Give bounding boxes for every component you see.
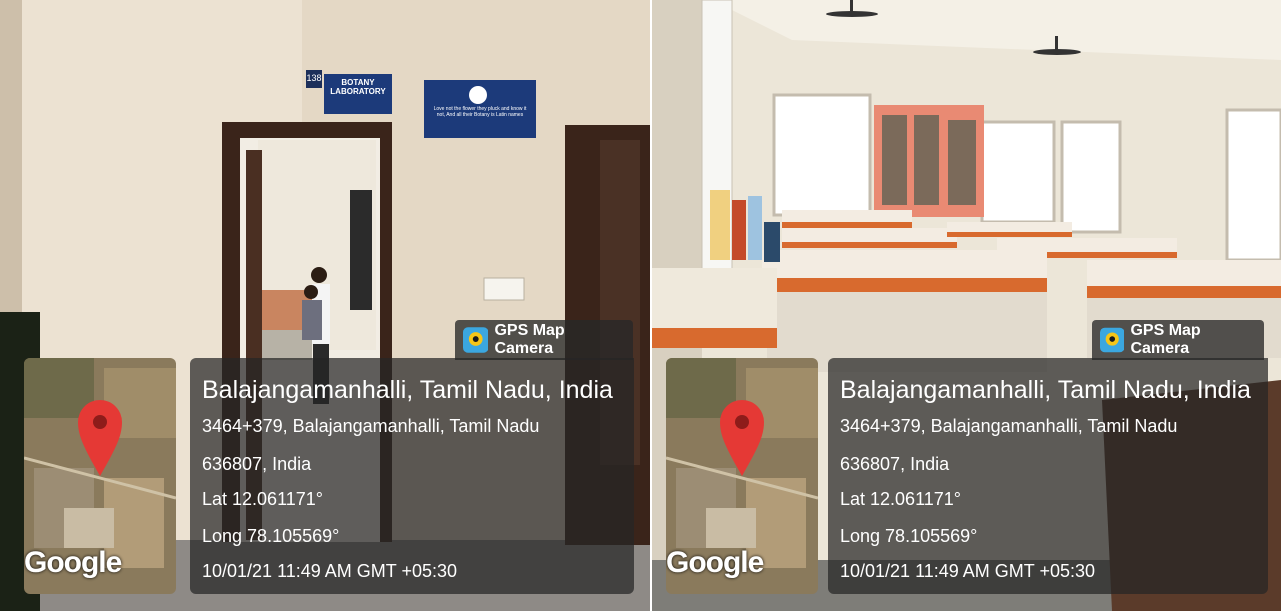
latitude: Lat 12.061171° [840, 489, 961, 509]
address-line-1: 3464+379, Balajangamanhalli, Tamil Nadu [840, 416, 1178, 436]
satellite-map-thumbnail: Google [24, 358, 176, 594]
address-line-1: 3464+379, Balajangamanhalli, Tamil Nadu [202, 416, 540, 436]
gps-camera-logo-icon [463, 327, 489, 353]
address-line-2: 636807, India [202, 454, 312, 474]
timestamp: 10/01/21 11:49 AM GMT +05:30 [202, 561, 458, 581]
address-line-2: 636807, India [840, 454, 950, 474]
timestamp: 10/01/21 11:49 AM GMT +05:30 [840, 561, 1096, 581]
gps-map-camera-badge: GPS Map Camera [1092, 320, 1264, 360]
longitude: Long 78.105569° [840, 526, 978, 546]
location-title: Balajangamanhalli, Tamil Nadu, India [840, 376, 1251, 404]
location-info-card: Balajangamanhalli, Tamil Nadu, India 346… [190, 358, 634, 594]
google-logo: Google [24, 546, 122, 579]
gps-camera-logo-icon [1100, 327, 1125, 353]
wall-poster-quote: Love not the flower they pluck and know … [433, 106, 527, 118]
gps-map-camera-badge: GPS Map Camera [455, 320, 633, 360]
photo-lab-interior: GPS Map Camera Google Balajangamanhalli,… [652, 0, 1281, 611]
gps-badge-label: GPS Map Camera [1130, 322, 1201, 357]
botany-laboratory-sign: BOTANY LABORATORY [330, 78, 386, 96]
location-title: Balajangamanhalli, Tamil Nadu, India [202, 376, 613, 404]
latitude: Lat 12.061171° [202, 489, 323, 509]
google-logo: Google [666, 546, 764, 579]
room-number-sign: 138 [306, 73, 322, 83]
gps-badge-label: GPS Map Camera [494, 322, 565, 357]
satellite-map-thumbnail: Google [666, 358, 818, 594]
longitude: Long 78.105569° [202, 526, 340, 546]
location-info-card: Balajangamanhalli, Tamil Nadu, India 346… [828, 358, 1268, 594]
photo-botany-lab-entrance: 138 BOTANY LABORATORY Love not the flowe… [0, 0, 650, 611]
